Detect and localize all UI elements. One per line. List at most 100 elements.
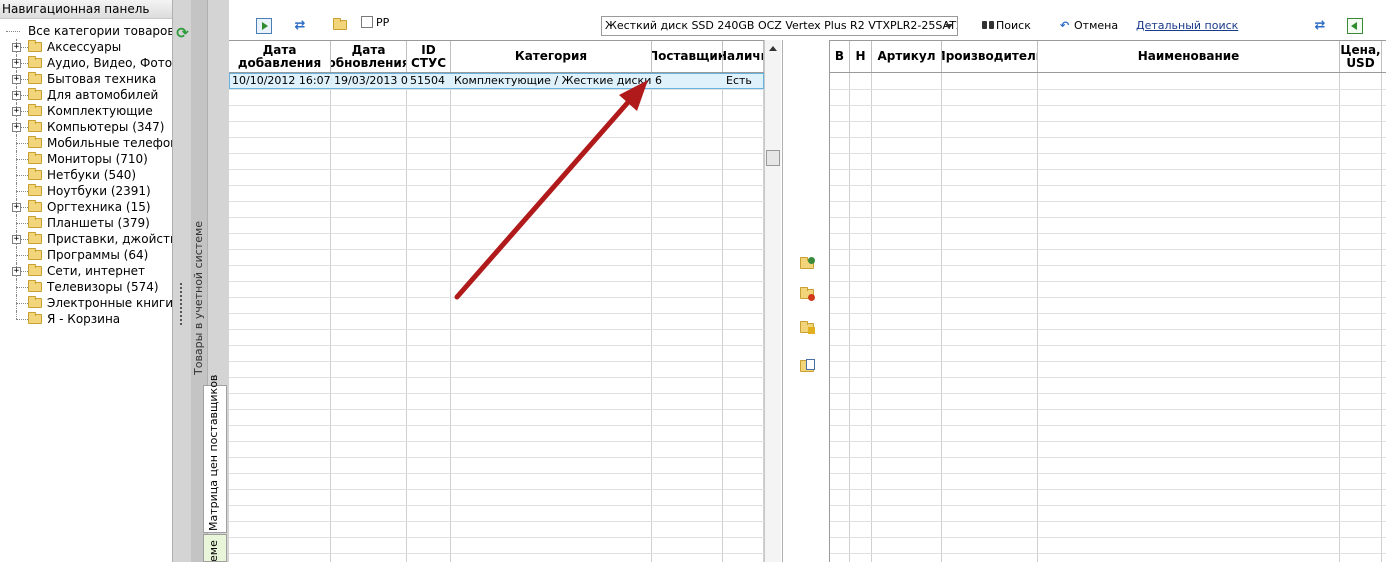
column-header[interactable]: В — [830, 41, 850, 72]
tree-item-label: Ноутбуки (2391) — [47, 184, 151, 198]
grid-line — [830, 441, 1386, 442]
scroll-up-icon[interactable] — [769, 46, 777, 51]
tree-item[interactable]: Программы (64) — [0, 247, 172, 263]
folder-icon — [28, 88, 42, 100]
refresh-icon[interactable]: ⟳ — [174, 25, 191, 41]
tree-item[interactable]: + Оргтехника (15) — [0, 199, 172, 215]
tree-root-all-categories[interactable]: Все категории товаров — [0, 23, 175, 39]
tree-item[interactable]: Я - Корзина — [0, 311, 172, 327]
tab-accounting-system-products[interactable]: Товары в учетной системе — [191, 0, 207, 380]
column-header[interactable]: Наличи — [723, 41, 764, 72]
column-header[interactable]: Дата добавления — [229, 41, 331, 72]
grid-line — [229, 233, 764, 234]
column-header[interactable]: Поставщик — [652, 41, 723, 72]
tree-item[interactable]: Мобильные телефоны — [0, 135, 188, 151]
category-tree: Все категории товаров + Аксессуары + Аудио,… — [0, 23, 188, 327]
document-list-icon[interactable] — [799, 359, 815, 374]
navigation-panel: Навигационная панель Все категории товар… — [0, 0, 188, 562]
folder-icon — [28, 72, 42, 84]
column-header[interactable]: Цена, USD — [1340, 41, 1382, 72]
pp-checkbox[interactable] — [361, 16, 373, 28]
expand-icon[interactable]: + — [12, 107, 21, 116]
expand-icon[interactable]: + — [12, 267, 21, 276]
tree-connector — [16, 311, 17, 319]
search-button[interactable]: Поиск — [981, 18, 1031, 34]
tree-item[interactable]: + Бытовая техника — [0, 71, 172, 87]
sync-icon[interactable]: ⇄ — [292, 18, 308, 34]
unlink-folder-icon[interactable] — [799, 287, 815, 301]
nav-splitter[interactable]: ⟳ — [172, 0, 191, 562]
tree-item[interactable]: + Для автомобилей — [0, 87, 172, 103]
column-header-label: Н — [855, 49, 866, 63]
cancel-button-label: Отмена — [1074, 19, 1119, 32]
tree-connector — [6, 31, 20, 32]
tree-item-label: Телевизоры (574) — [47, 280, 159, 294]
grid-line — [830, 361, 1386, 362]
advanced-search-link[interactable]: Детальный поиск — [1136, 18, 1238, 34]
column-header[interactable]: Н — [850, 41, 872, 72]
column-header[interactable]: Дата обновления — [331, 41, 407, 72]
expand-icon[interactable]: + — [12, 75, 21, 84]
grid-line — [229, 105, 764, 106]
cancel-button[interactable]: ↶ Отмена — [1060, 18, 1118, 34]
tree-item[interactable]: + Комплектующие — [0, 103, 172, 119]
expand-icon[interactable]: + — [12, 203, 21, 212]
tree-root-label: Все категории товаров — [28, 24, 175, 38]
grid-line — [229, 169, 764, 170]
tree-item[interactable]: Ноутбуки (2391) — [0, 183, 172, 199]
column-header[interactable]: Производитель — [942, 41, 1038, 72]
expand-icon[interactable]: + — [12, 235, 21, 244]
column-header-label: Дата обновления — [331, 42, 407, 70]
tree-item[interactable]: + Сети, интернет — [0, 263, 172, 279]
grid-body — [830, 73, 1386, 562]
link-folder-icon[interactable] — [799, 257, 815, 271]
tree-item[interactable]: + Компьютеры (347) — [0, 119, 172, 135]
tree-item-label: Мобильные телефоны — [47, 136, 188, 150]
column-header[interactable]: Артикул — [872, 41, 942, 72]
tree-item[interactable]: Электронные книги (: — [0, 295, 186, 311]
column-header-label: Артикул — [877, 49, 936, 63]
tree-item[interactable]: Нетбуки (540) — [0, 167, 172, 183]
tree-item[interactable]: + Аксессуары — [0, 39, 172, 55]
search-button-label: Поиск — [996, 19, 1031, 32]
tree-item-label: Комплектующие — [47, 104, 153, 118]
expand-icon[interactable]: + — [12, 43, 21, 52]
run-icon[interactable] — [256, 18, 272, 34]
folder-icon — [28, 136, 42, 148]
tree-connector — [16, 159, 28, 160]
expand-icon[interactable]: + — [12, 123, 21, 132]
scrollbar-thumb[interactable] — [766, 150, 780, 166]
tree-connector — [16, 223, 28, 224]
tree-item[interactable]: Телевизоры (574) — [0, 279, 172, 295]
tab-supplier-price-matrix[interactable]: Матрица цен поставщиков — [203, 375, 227, 533]
tab-partial-label: еме — [207, 540, 220, 562]
tree-item[interactable]: Мониторы (710) — [0, 151, 172, 167]
product-select[interactable]: Жесткий диск SSD 240GB OCZ Vertex Plus R… — [601, 16, 958, 36]
sync-icon[interactable]: ⇄ — [1312, 18, 1328, 34]
column-header[interactable]: Категория — [451, 41, 652, 72]
splitter-grip[interactable] — [180, 283, 185, 325]
folder-icon — [28, 248, 42, 260]
column-header[interactable]: Наименование — [1038, 41, 1340, 72]
grid-line — [830, 377, 1386, 378]
table-cell: Есть — [726, 74, 752, 87]
vertical-scrollbar[interactable] — [764, 40, 781, 562]
exit-icon[interactable] — [1347, 18, 1363, 34]
open-folder-icon[interactable] — [333, 16, 349, 32]
remove-badge-icon — [808, 294, 815, 301]
grid-line — [229, 553, 764, 554]
grid-line — [830, 553, 1386, 554]
grid-header: Дата добавления Дата обновления ID СТУС Катего… — [229, 40, 764, 73]
expand-icon[interactable]: + — [12, 91, 21, 100]
tree-item[interactable]: + Аудио, Видео, Фото т — [0, 55, 183, 71]
table-row[interactable]: 10/10/2012 16:07:519/03/2013 00:551504 Ко… — [229, 73, 764, 89]
column-header[interactable]: ID СТУС — [407, 41, 451, 72]
tree-item-label: Мониторы (710) — [47, 152, 148, 166]
tree-item[interactable]: Планшеты (379) — [0, 215, 172, 231]
warning-folder-icon[interactable] — [799, 321, 815, 335]
tree-item[interactable]: + Приставки, джойстик — [0, 231, 185, 247]
table-cell: 51504 — [410, 74, 445, 87]
tab-partial[interactable]: еме — [203, 534, 227, 562]
grid-line — [830, 425, 1386, 426]
expand-icon[interactable]: + — [12, 59, 21, 68]
